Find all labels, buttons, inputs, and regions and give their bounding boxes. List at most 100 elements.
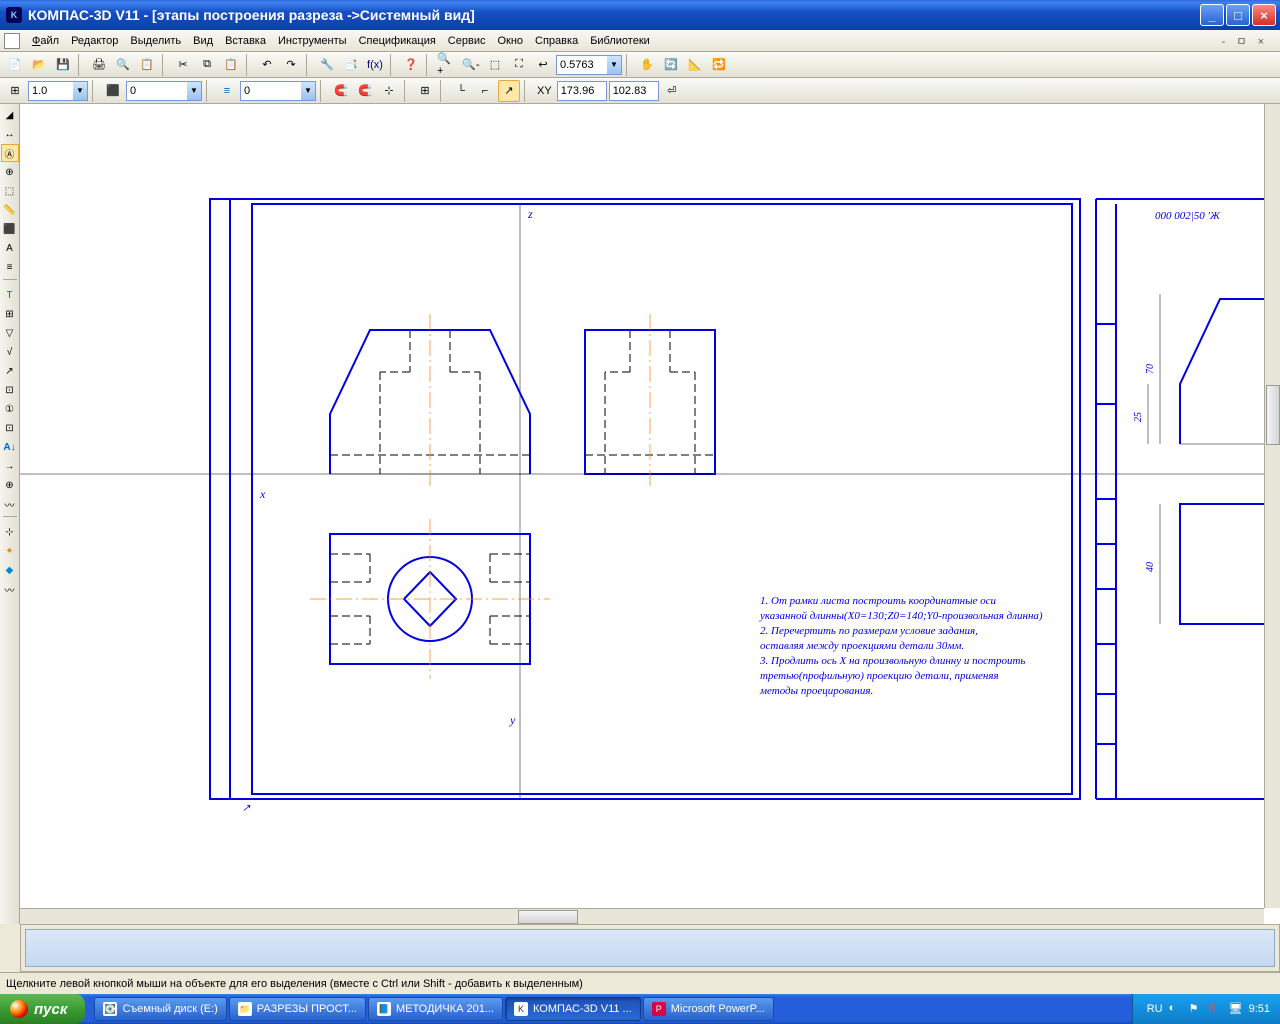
tool-base[interactable]: ▽ — [1, 324, 19, 342]
zoom-fit-button[interactable]: ⛶ — [508, 54, 530, 76]
paste-button[interactable]: 📋 — [220, 54, 242, 76]
menu-select[interactable]: Выделить — [124, 33, 187, 49]
tool-center[interactable]: ⊕ — [1, 476, 19, 494]
style-field[interactable]: ▼ — [240, 81, 316, 101]
snap-on-button[interactable]: 🧲 — [330, 80, 352, 102]
grid-button[interactable]: ⊞ — [414, 80, 436, 102]
snap-off-button[interactable]: 🧲 — [354, 80, 376, 102]
open-button[interactable]: 📂 — [28, 54, 50, 76]
tool-tolerance[interactable]: ⊡ — [1, 419, 19, 437]
tool-cut-line[interactable]: A↓ — [1, 438, 19, 456]
rotate-button[interactable]: 🔄 — [660, 54, 682, 76]
zoom-dd-arrow[interactable]: ▼ — [607, 56, 621, 74]
preview-button[interactable]: 🔍 — [112, 54, 134, 76]
system-tray[interactable]: RU ◐ ⚑ K 🖥 9:51 — [1132, 994, 1280, 1024]
reports-tab[interactable]: ≡ — [1, 258, 19, 276]
layer-input[interactable] — [127, 82, 187, 100]
style-input[interactable] — [241, 82, 301, 100]
coord-y-input[interactable] — [609, 81, 659, 101]
tool-rough[interactable]: √ — [1, 343, 19, 361]
copy-button[interactable]: ⧉ — [196, 54, 218, 76]
menu-window[interactable]: Окно — [491, 33, 529, 49]
tray-lang[interactable]: RU — [1147, 1003, 1163, 1015]
layer-field[interactable]: ▼ — [126, 81, 202, 101]
geometry-tab[interactable]: ◢ — [1, 106, 19, 124]
step-dd[interactable]: ▼ — [73, 82, 87, 100]
tool-brand[interactable]: ⊡ — [1, 381, 19, 399]
tool-table[interactable]: ⊞ — [1, 305, 19, 323]
props-button[interactable]: 🔧 — [316, 54, 338, 76]
tool-leader[interactable]: ↗ — [1, 362, 19, 380]
edit-tab[interactable]: ⊕ — [1, 163, 19, 181]
save-button[interactable]: 💾 — [52, 54, 74, 76]
menu-file[interactable]: Файл — [26, 33, 65, 49]
menu-libraries[interactable]: Библиотеки — [584, 33, 656, 49]
zoom-window-button[interactable]: ⬚ — [484, 54, 506, 76]
minimize-button[interactable]: _ — [1200, 4, 1224, 26]
tool-origin[interactable]: ◆ — [1, 561, 19, 579]
tool-pos[interactable]: ① — [1, 400, 19, 418]
undo-button[interactable]: ↶ — [256, 54, 278, 76]
task-item-0[interactable]: 💽Съемный диск (E:) — [94, 997, 226, 1021]
tool-break[interactable]: 〰 — [1, 580, 19, 598]
menu-spec[interactable]: Спецификация — [353, 33, 442, 49]
tray-icon-1[interactable]: ◐ — [1169, 1002, 1183, 1016]
refresh-button[interactable]: 🔁 — [708, 54, 730, 76]
tray-icon-3[interactable]: K — [1209, 1002, 1223, 1016]
style-dd[interactable]: ▼ — [301, 82, 315, 100]
zoom-out-button[interactable]: 🔍- — [460, 54, 482, 76]
manager-button[interactable]: 📑 — [340, 54, 362, 76]
spec-button[interactable]: 📋 — [136, 54, 158, 76]
coord-lock-button[interactable]: ⏎ — [661, 80, 683, 102]
local-cs-button[interactable]: ↗ — [498, 80, 520, 102]
help-context-button[interactable]: ❓ — [400, 54, 422, 76]
task-item-2[interactable]: 📘МЕТОДИЧКА 201... — [368, 997, 503, 1021]
measure-tab[interactable]: 📏 — [1, 201, 19, 219]
coord-x-input[interactable] — [557, 81, 607, 101]
menu-tools[interactable]: Инструменты — [272, 33, 353, 49]
tray-icon-4[interactable]: 🖥 — [1229, 1002, 1243, 1016]
vertical-scrollbar[interactable] — [1264, 104, 1280, 908]
spec-tab[interactable]: A — [1, 239, 19, 257]
task-item-4[interactable]: PMicrosoft PowerP... — [643, 997, 774, 1021]
new-button[interactable]: 📄 — [4, 54, 26, 76]
zoom-in-button[interactable]: 🔍+ — [436, 54, 458, 76]
task-item-1[interactable]: 📁РАЗРЕЗЫ ПРОСТ... — [229, 997, 366, 1021]
property-panel-inner[interactable] — [25, 929, 1275, 967]
cut-button[interactable]: ✂ — [172, 54, 194, 76]
print-button[interactable]: 🖨 — [88, 54, 110, 76]
select-tab[interactable]: ⬛ — [1, 220, 19, 238]
step-icon[interactable]: ⊞ — [4, 80, 26, 102]
layer-icon[interactable]: ⬛ — [102, 80, 124, 102]
mdi-buttons[interactable]: - ㅁ × — [1222, 33, 1276, 49]
task-item-3[interactable]: KКОМПАС-3D V11 ... — [505, 997, 641, 1021]
step-input[interactable] — [29, 82, 73, 100]
menu-service[interactable]: Сервис — [442, 33, 492, 49]
tool-autoaxis[interactable]: ⊹ — [1, 523, 19, 541]
maximize-button[interactable]: □ — [1226, 4, 1250, 26]
menu-help[interactable]: Справка — [529, 33, 584, 49]
style-icon[interactable]: ≡ — [216, 80, 238, 102]
grid-snap-button[interactable]: ⊹ — [378, 80, 400, 102]
pan-button[interactable]: ✋ — [636, 54, 658, 76]
menu-edit[interactable]: Редактор — [65, 33, 124, 49]
rebuild-button[interactable]: 📐 — [684, 54, 706, 76]
param-tab[interactable]: ⬚ — [1, 182, 19, 200]
redo-button[interactable]: ↷ — [280, 54, 302, 76]
tool-text[interactable]: T — [1, 286, 19, 304]
tool-axis[interactable]: ✦ — [1, 542, 19, 560]
tray-clock[interactable]: 9:51 — [1249, 1003, 1270, 1015]
designation-tab[interactable]: Ⓐ — [1, 144, 19, 162]
drawing-area[interactable]: ↗ z x y — [20, 104, 1280, 924]
tool-arrow[interactable]: → — [1, 457, 19, 475]
menu-insert[interactable]: Вставка — [219, 33, 272, 49]
close-button[interactable]: × — [1252, 4, 1276, 26]
layer-dd[interactable]: ▼ — [187, 82, 201, 100]
dimensions-tab[interactable]: ↔ — [1, 125, 19, 143]
menu-view[interactable]: Вид — [187, 33, 219, 49]
variables-button[interactable]: f(x) — [364, 54, 386, 76]
round-button[interactable]: ⌐ — [474, 80, 496, 102]
tray-icon-2[interactable]: ⚑ — [1189, 1002, 1203, 1016]
ortho-button[interactable]: └ — [450, 80, 472, 102]
zoom-previous-button[interactable]: ↩ — [532, 54, 554, 76]
